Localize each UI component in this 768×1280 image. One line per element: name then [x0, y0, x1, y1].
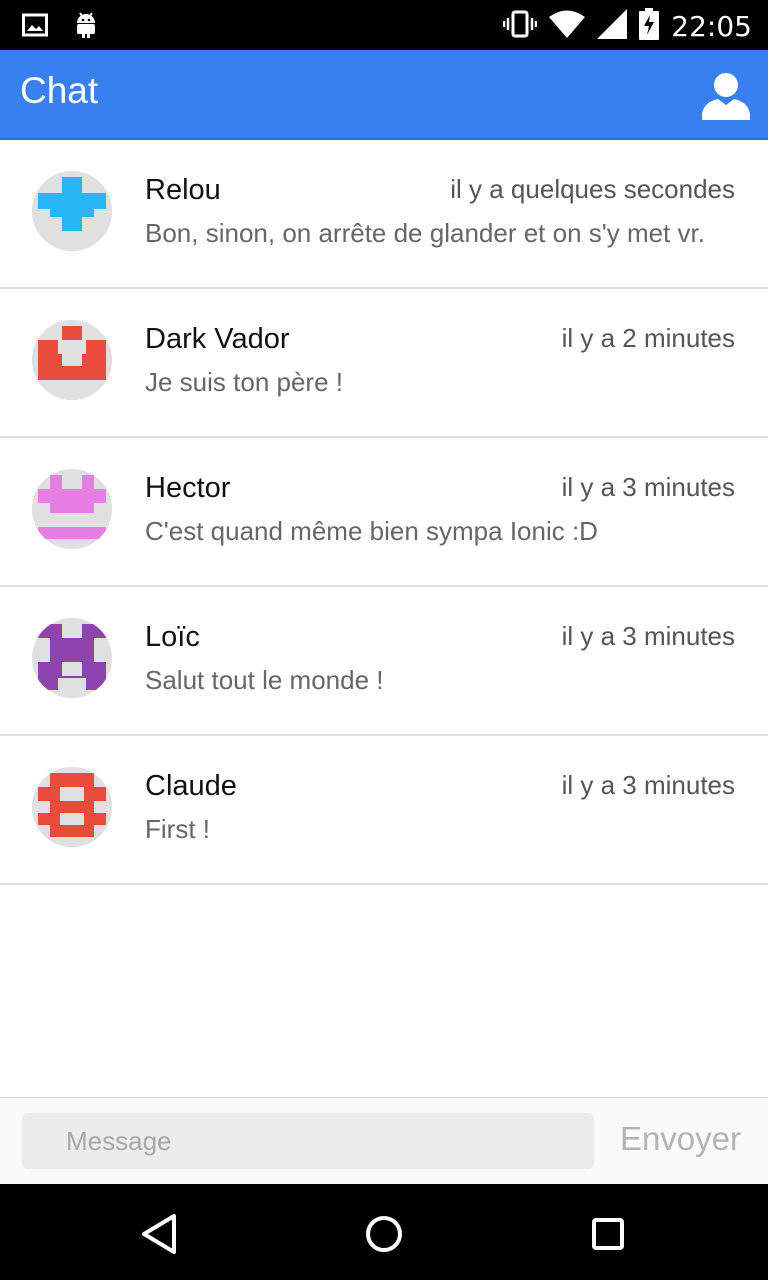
back-button[interactable] [136, 1210, 184, 1258]
avatar [32, 618, 112, 698]
wifi-icon [549, 10, 586, 43]
avatar [32, 469, 112, 549]
clock: 22:05 [671, 10, 752, 43]
message-time: il y a 3 minutes [561, 621, 735, 651]
battery-charging-icon [639, 8, 660, 45]
image-icon [22, 13, 48, 42]
status-bar: 22:05 [0, 0, 768, 50]
signal-icon [597, 9, 628, 44]
back-icon [136, 1214, 184, 1262]
message-preview: C'est quand même bien sympa Ionic :D [145, 516, 598, 546]
message-input[interactable] [22, 1113, 594, 1169]
list-item[interactable]: Dark Vador il y a 2 minutes Je suis ton … [0, 289, 768, 438]
profile-button[interactable] [700, 70, 752, 120]
recents-icon [584, 1218, 632, 1262]
sender-name: Claude [145, 770, 237, 802]
sender-name: Relou [145, 174, 221, 206]
message-preview: Salut tout le monde ! [145, 665, 384, 695]
sender-name: Hector [145, 472, 231, 504]
message-time: il y a quelques secondes [450, 174, 735, 204]
message-preview: First ! [145, 814, 210, 844]
message-time: il y a 2 minutes [561, 323, 735, 353]
navigation-bar [0, 1184, 768, 1280]
header-bar: Chat [0, 50, 768, 140]
android-icon [74, 10, 98, 45]
avatar [32, 171, 112, 251]
send-button[interactable]: Envoyer [620, 1120, 741, 1158]
recents-button[interactable] [584, 1210, 632, 1258]
message-list: Relou il y a quelques secondes Bon, sino… [0, 140, 768, 885]
message-preview: Bon, sinon, on arrête de glander et on s… [145, 218, 705, 248]
message-composer: Envoyer [0, 1097, 768, 1185]
home-icon [360, 1216, 408, 1262]
vibrate-icon [503, 9, 538, 44]
home-button[interactable] [360, 1210, 408, 1258]
list-item[interactable]: Claude il y a 3 minutes First ! [0, 736, 768, 885]
avatar [32, 320, 112, 400]
list-item[interactable]: Hector il y a 3 minutes C'est quand même… [0, 438, 768, 587]
sender-name: Dark Vador [145, 323, 290, 355]
message-time: il y a 3 minutes [561, 770, 735, 800]
message-time: il y a 3 minutes [561, 472, 735, 502]
list-item[interactable]: Relou il y a quelques secondes Bon, sino… [0, 140, 768, 289]
page-title: Chat [20, 70, 99, 111]
sender-name: Loïc [145, 621, 200, 653]
message-preview: Je suis ton père ! [145, 367, 343, 397]
list-item[interactable]: Loïc il y a 3 minutes Salut tout le mond… [0, 587, 768, 736]
avatar [32, 767, 112, 847]
user-icon [700, 73, 752, 124]
